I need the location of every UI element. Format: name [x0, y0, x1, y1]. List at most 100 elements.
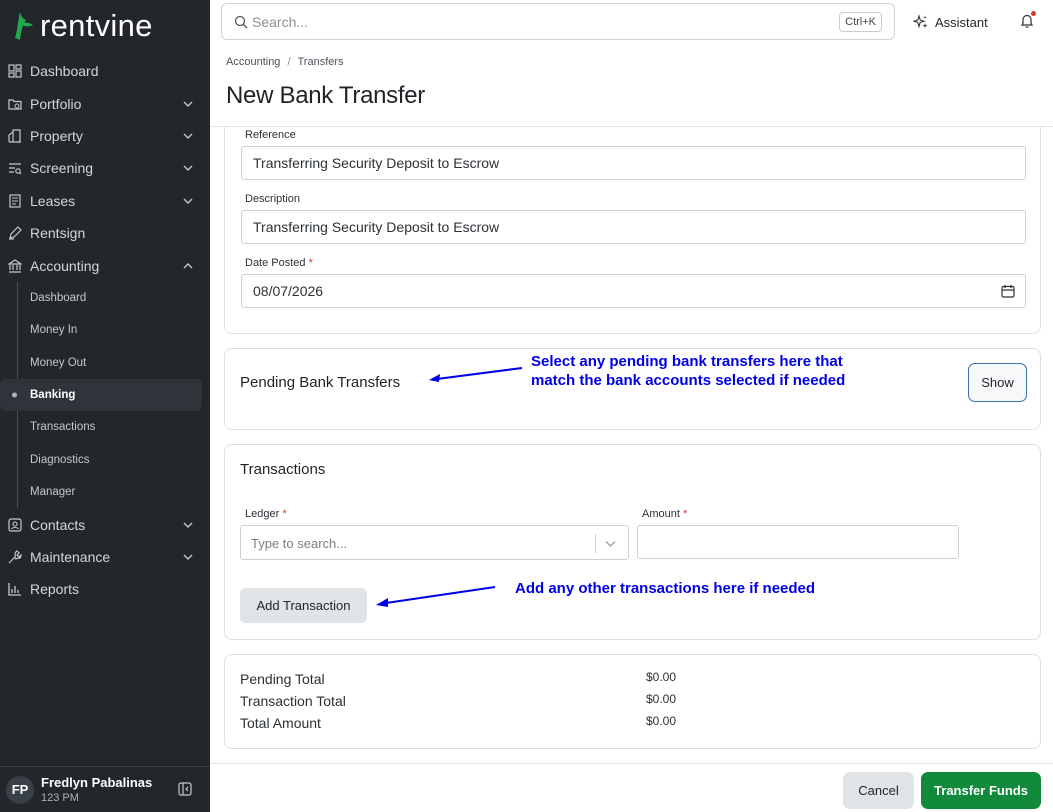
- sidebar-item-label: Reports: [30, 581, 80, 598]
- transaction-total-label: Transaction Total: [240, 693, 346, 709]
- description-field[interactable]: Transferring Security Deposit to Escrow: [241, 210, 1026, 244]
- main-content: Reference Transferring Security Deposit …: [210, 127, 1053, 763]
- ledger-search-input[interactable]: [251, 534, 581, 552]
- sidebar-item-dashboard[interactable]: Dashboard: [0, 55, 210, 87]
- reports-icon: [8, 583, 21, 597]
- transfer-funds-button[interactable]: Transfer Funds: [921, 772, 1041, 809]
- total-amount-label: Total Amount: [240, 715, 321, 731]
- search-icon: [234, 15, 248, 29]
- sidebar-item-label: Screening: [30, 160, 94, 177]
- sidebar-item-rentsign[interactable]: Rentsign: [0, 217, 210, 249]
- sidebar-item-reports[interactable]: Reports: [0, 573, 210, 605]
- date-posted-field[interactable]: 08/07/2026: [241, 274, 1026, 308]
- sidebar-subitem-money-out[interactable]: Money Out: [0, 347, 210, 379]
- annotation-arrow-icon: [429, 367, 523, 382]
- search-box[interactable]: Ctrl+K: [221, 3, 895, 40]
- screening-icon: [9, 163, 22, 175]
- user-name: Fredlyn Pabalinas: [41, 775, 153, 790]
- description-label: Description: [245, 193, 301, 205]
- sidebar-subitem-label: Banking: [30, 389, 76, 402]
- ledger-select[interactable]: [240, 525, 629, 560]
- cancel-button[interactable]: Cancel: [843, 772, 914, 809]
- calendar-icon[interactable]: [1001, 284, 1015, 298]
- page-title: New Bank Transfer: [226, 82, 425, 109]
- date-posted-label-text: Date Posted: [245, 257, 306, 269]
- sidebar-item-label: Contacts: [30, 516, 86, 533]
- amount-label: Amount *: [642, 508, 687, 520]
- sidebar-subitem-dashboard[interactable]: Dashboard: [0, 282, 210, 314]
- chevron-down-icon: [183, 133, 193, 139]
- sidebar-item-portfolio[interactable]: Portfolio: [0, 87, 210, 119]
- amount-input[interactable]: [637, 525, 959, 559]
- sidebar-item-label: Dashboard: [30, 63, 99, 80]
- transactions-card: Transactions Ledger * Amount * Add Trans…: [224, 444, 1041, 640]
- sidebar-item-contacts[interactable]: Contacts: [0, 508, 210, 540]
- user-subtitle: 123 PM: [41, 792, 79, 804]
- chevron-down-icon[interactable]: [605, 538, 616, 549]
- rentvine-logo[interactable]: rentvine: [12, 8, 153, 44]
- transaction-total-value: $0.00: [646, 692, 677, 706]
- assistant-label: Assistant: [935, 14, 988, 30]
- breadcrumb-accounting[interactable]: Accounting: [226, 56, 280, 68]
- reference-field[interactable]: Transferring Security Deposit to Escrow: [241, 146, 1026, 180]
- required-mark: *: [682, 508, 688, 520]
- sidebar-subitem-label: Dashboard: [30, 291, 87, 304]
- annotation-arrow-icon: [376, 586, 496, 607]
- pending-annotation-line: match the bank accounts selected if need…: [531, 372, 846, 389]
- search-shortcut-badge: Ctrl+K: [839, 12, 882, 32]
- add-transaction-button[interactable]: Add Transaction: [240, 588, 367, 623]
- sidebar-item-label: Portfolio: [30, 95, 82, 112]
- amount-label-text: Amount: [642, 508, 680, 520]
- sidebar-item-accounting[interactable]: Accounting: [0, 249, 210, 281]
- user-profile[interactable]: FP Fredlyn Pabalinas 123 PM: [0, 766, 210, 812]
- sidebar-item-property[interactable]: Property: [0, 120, 210, 152]
- sidebar-subitem-banking[interactable]: Banking: [0, 378, 202, 412]
- sidebar-subitem-label: Money In: [30, 324, 78, 337]
- chevron-down-icon: [183, 522, 193, 528]
- accounting-icon: [8, 258, 22, 273]
- chevron-down-icon: [183, 554, 193, 561]
- sidebar-subitem-transactions[interactable]: Transactions: [0, 411, 210, 443]
- user-info: Fredlyn Pabalinas 123 PM: [41, 775, 152, 804]
- sidebar: rentvine Dashboard Portfolio Property Sc…: [0, 0, 210, 812]
- transactions-title: Transactions: [240, 461, 326, 478]
- wrench-icon: [8, 550, 22, 564]
- sidebar-nav: Dashboard Portfolio Property Screening L…: [0, 55, 210, 606]
- top-bar: Ctrl+K Assistant: [210, 0, 1053, 44]
- transactions-annotation-text: Add any other transactions here if neede…: [515, 580, 816, 597]
- breadcrumb: Accounting / Transfers: [226, 56, 344, 68]
- sidebar-subitem-money-in[interactable]: Money In: [0, 314, 210, 346]
- reference-label: Reference: [245, 129, 296, 141]
- sidebar-item-maintenance[interactable]: Maintenance: [0, 541, 210, 573]
- ledger-label-text: Ledger: [245, 508, 280, 520]
- pending-annotation-text: Select any pending bank transfers here t…: [531, 352, 845, 390]
- search-input[interactable]: [252, 12, 812, 32]
- notification-dot: [1031, 11, 1036, 16]
- chevron-down-icon: [183, 198, 193, 204]
- transfer-details-card: Reference Transferring Security Deposit …: [224, 127, 1041, 334]
- sidebar-subitem-manager[interactable]: Manager: [0, 476, 210, 508]
- sidebar-item-label: Rentsign: [30, 225, 86, 242]
- required-mark: *: [308, 257, 313, 269]
- sidebar-subitem-diagnostics[interactable]: Diagnostics: [0, 444, 210, 476]
- sidebar-subitem-label: Manager: [30, 486, 76, 499]
- assistant-button[interactable]: Assistant: [913, 11, 988, 33]
- dashboard-icon: [8, 64, 22, 78]
- logo-text: rentvine: [40, 8, 153, 43]
- breadcrumb-separator: /: [287, 56, 291, 68]
- property-icon: [8, 129, 21, 143]
- sidebar-item-label: Leases: [30, 192, 76, 209]
- sidebar-item-screening[interactable]: Screening: [0, 152, 210, 184]
- date-posted-label: Date Posted *: [245, 257, 313, 269]
- totals-card: Pending Total $0.00 Transaction Total $0…: [224, 654, 1041, 749]
- pending-transfers-title: Pending Bank Transfers: [240, 374, 401, 391]
- active-dot-icon: [12, 392, 17, 398]
- pending-total-value: $0.00: [646, 670, 677, 684]
- collapse-sidebar-icon[interactable]: [178, 782, 192, 796]
- chevron-down-icon: [183, 101, 193, 107]
- show-pending-button[interactable]: Show: [968, 363, 1027, 402]
- chevron-down-icon: [183, 165, 193, 172]
- sidebar-item-leases[interactable]: Leases: [0, 185, 210, 217]
- avatar: FP: [6, 775, 34, 804]
- breadcrumb-transfers[interactable]: Transfers: [298, 56, 344, 68]
